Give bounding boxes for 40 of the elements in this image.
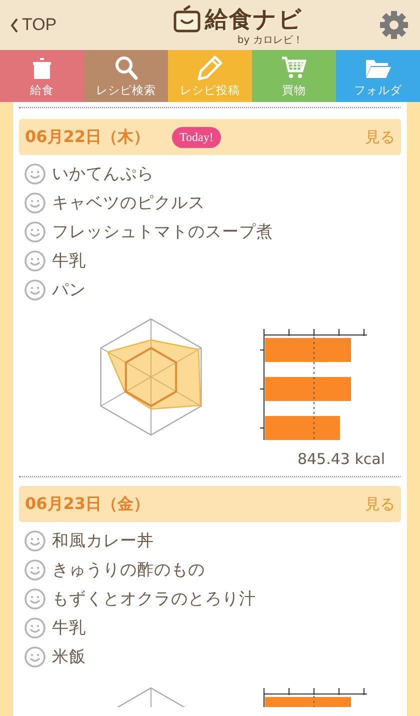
chevron-left-icon: [10, 18, 19, 32]
nav-tab[interactable]: 給食: [0, 50, 84, 102]
dish-name: 和風カレー丼: [52, 530, 154, 552]
smiley-icon: [24, 162, 46, 184]
smiley-icon: [24, 558, 46, 580]
smiley-icon: [24, 192, 46, 214]
byline: by カロレビ！: [237, 34, 303, 46]
smiley-icon: [24, 530, 46, 552]
logo-title: 給食ナビ: [204, 6, 303, 34]
pot-mascot-icon: [172, 5, 202, 33]
dish-name: 牛乳: [52, 616, 86, 638]
settings-icon[interactable]: [378, 9, 410, 41]
smiley-icon: [24, 646, 46, 668]
smiley-icon: [24, 220, 46, 242]
smiley-icon: [24, 616, 46, 638]
smiley-icon: [24, 278, 46, 300]
nav-tab[interactable]: フォルダ: [336, 50, 420, 102]
back-link[interactable]: TOP: [10, 15, 57, 35]
date-label: 06月23日（金）: [25, 494, 150, 514]
view-link[interactable]: 見る: [365, 494, 395, 514]
view-link[interactable]: 見る: [365, 128, 395, 146]
dish-name: フレッシュトマトのスープ煮: [52, 220, 273, 242]
pencil-icon: [197, 54, 223, 80]
date-label: 06月22日（木）: [25, 126, 150, 148]
today-badge: Today!: [172, 126, 222, 148]
search-icon: [113, 54, 139, 80]
dish-name: きゅうりの酢のもの: [52, 558, 205, 580]
dish-name: 米飯: [52, 646, 86, 668]
dish-name: いかてんぷら: [52, 162, 154, 184]
smiley-icon: [24, 250, 46, 272]
smiley-icon: [24, 588, 46, 610]
dish-name: 牛乳: [52, 250, 86, 272]
dish-name: キャベツのピクルス: [52, 192, 205, 214]
nav-tab[interactable]: 買物: [252, 50, 336, 102]
dish-name: もずくとオクラのとろり汁: [52, 588, 256, 610]
nav-tab[interactable]: レシピ検索: [84, 50, 168, 102]
dish-name: パン: [52, 278, 86, 300]
cart-icon: [281, 54, 307, 80]
calorie-total: 845.43 kcal: [296, 449, 386, 470]
nav-tab[interactable]: レシピ投稿: [168, 50, 252, 102]
